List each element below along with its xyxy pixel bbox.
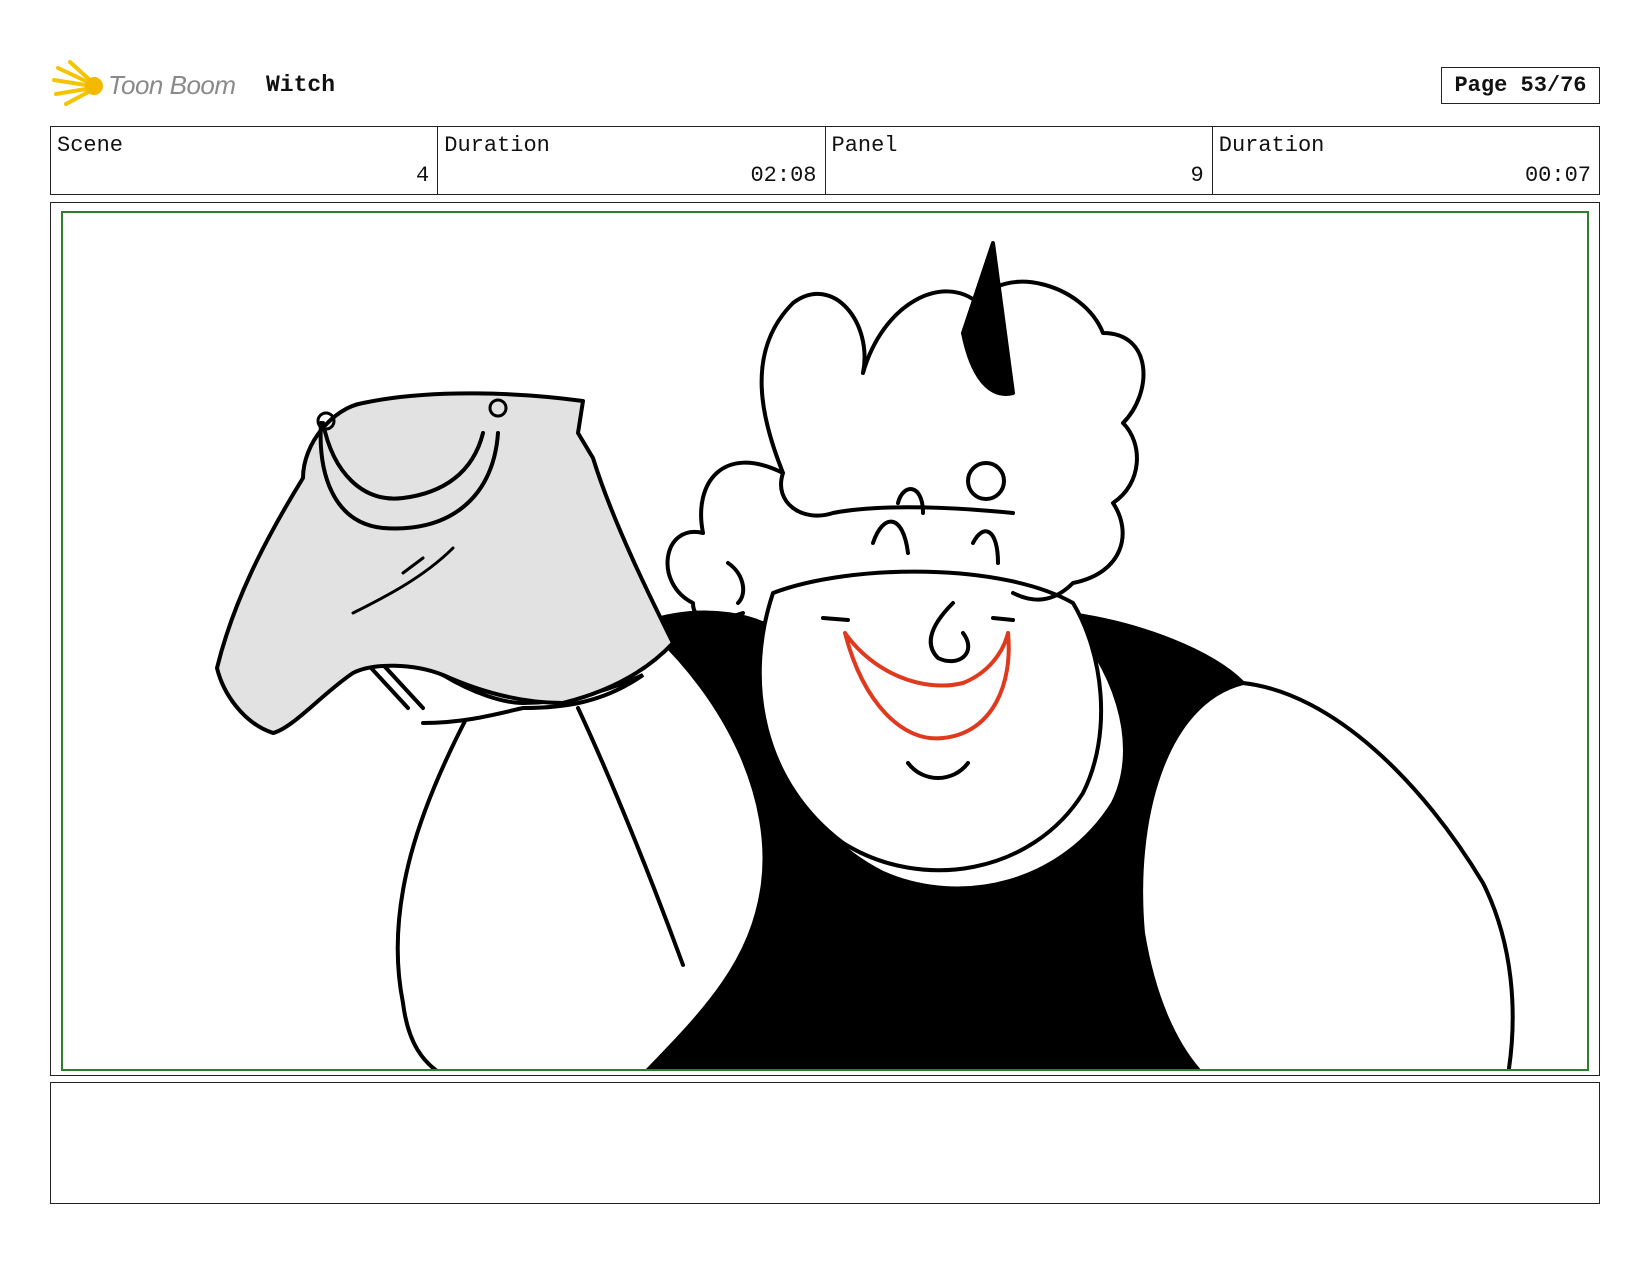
scene-duration-cell: Duration 02:08 [438, 127, 826, 194]
left-arm-sketch [395, 719, 467, 1069]
panel-cell: Panel 9 [826, 127, 1213, 194]
logo-flare-icon [52, 60, 103, 106]
panel-value: 9 [1190, 163, 1204, 188]
right-arm-sketch [1241, 681, 1515, 1069]
storyboard-sketch [215, 241, 1515, 1069]
project-title: Witch [266, 72, 336, 98]
panel-duration-label: Duration [1218, 133, 1325, 158]
scene-value: 4 [416, 163, 430, 188]
scene-duration-label: Duration [444, 133, 550, 158]
toon-boom-logo: Toon Boom [52, 58, 252, 112]
panel-duration-value: 00:07 [1524, 163, 1591, 188]
logo-text: Toon Boom [108, 70, 236, 100]
scene-duration-value: 02:08 [750, 163, 817, 188]
hair-sketch [665, 279, 1146, 622]
scene-label: Scene [57, 133, 124, 158]
panel-duration-cell: Duration 00:07 [1213, 127, 1599, 194]
panel-frame [50, 202, 1600, 1076]
panel-notes-box [50, 1082, 1600, 1204]
scene-cell: Scene 4 [51, 127, 439, 194]
panel-label: Panel [831, 133, 898, 158]
panel-safe-frame [61, 211, 1589, 1071]
panel-info-row: Scene 4 Duration 02:08 Panel 9 Duration … [50, 126, 1600, 195]
page-indicator: Page 53/76 [1441, 67, 1600, 104]
